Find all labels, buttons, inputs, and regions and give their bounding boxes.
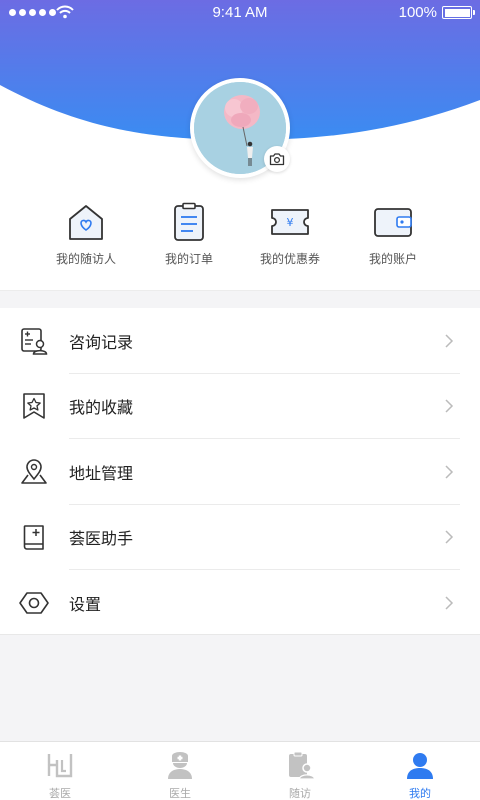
quick-action-label: 我的优惠券 (259, 252, 320, 266)
tab-doctor[interactable]: 医生 (120, 742, 240, 800)
menu-item-settings[interactable]: 设置 (0, 570, 480, 636)
section-divider (0, 290, 480, 308)
battery-icon (442, 6, 475, 19)
chevron-right-icon (445, 334, 454, 348)
battery-percent: 100% (398, 4, 437, 21)
menu-item-consult-records[interactable]: 咨询记录 (0, 308, 480, 374)
menu-label: 荟医助手 (69, 529, 134, 549)
change-avatar-button[interactable] (264, 146, 290, 172)
chevron-right-icon (445, 530, 454, 544)
menu-label: 地址管理 (69, 463, 134, 483)
status-bar: 9:41 AM 100% (0, 0, 480, 26)
clipboard-icon (174, 202, 204, 241)
chevron-right-icon (445, 596, 454, 610)
house-heart-icon (69, 205, 103, 240)
tab-bar: 荟医 医生 随访 我的 (0, 741, 480, 800)
tab-followup[interactable]: 随访 (240, 742, 360, 800)
quick-action-account[interactable]: 我的账户 (333, 195, 453, 267)
quick-action-label: 我的账户 (368, 252, 417, 266)
menu-label: 设置 (69, 594, 102, 614)
tab-mine[interactable]: 我的 (360, 742, 480, 800)
bookmark-star-icon (23, 393, 45, 420)
svg-text:¥: ¥ (287, 216, 294, 229)
tab-label: 医生 (169, 787, 191, 800)
home-logo-icon (47, 754, 73, 778)
chevron-right-icon (445, 399, 454, 413)
settings-hexagon-icon (19, 591, 49, 614)
menu-label: 咨询记录 (69, 332, 134, 352)
menu-item-favorites[interactable]: 我的收藏 (0, 374, 480, 439)
menu-item-assistant[interactable]: 荟医助手 (0, 505, 480, 570)
location-pin-icon (21, 458, 47, 484)
quick-actions: 我的随访人 我的订单 ¥ 我的优惠券 我的账户 (0, 195, 480, 290)
user-icon (407, 753, 433, 779)
tab-label: 荟医 (49, 787, 71, 800)
empty-area (0, 634, 480, 742)
menu-item-address[interactable]: 地址管理 (0, 439, 480, 505)
assistant-book-icon (23, 525, 44, 551)
doctor-icon (168, 752, 192, 779)
quick-action-label: 我的随访人 (55, 252, 116, 266)
tab-home[interactable]: 荟医 (0, 742, 120, 800)
quick-action-followers[interactable]: 我的随访人 (26, 195, 146, 267)
coupon-yen-icon: ¥ (271, 209, 309, 235)
menu-label: 我的收藏 (69, 398, 134, 418)
followup-icon (289, 751, 316, 780)
tab-label: 我的 (409, 787, 431, 800)
camera-icon (269, 153, 285, 166)
record-icon (21, 327, 48, 355)
tab-label: 随访 (289, 787, 311, 800)
quick-action-coupons[interactable]: ¥ 我的优惠券 (230, 195, 350, 267)
menu-list: 咨询记录 我的收藏 地址管理 荟医助手 设置 (0, 308, 480, 636)
wallet-icon (374, 208, 412, 237)
chevron-right-icon (445, 465, 454, 479)
